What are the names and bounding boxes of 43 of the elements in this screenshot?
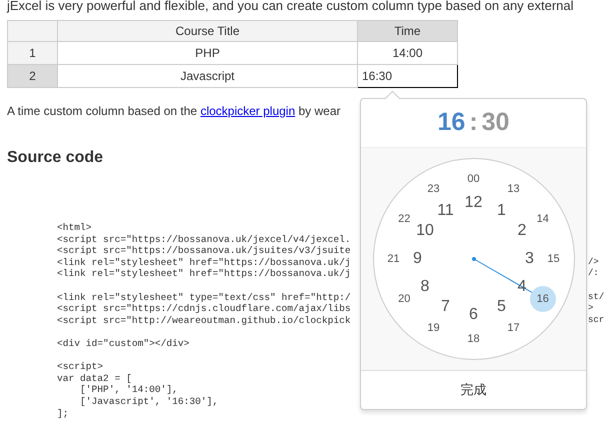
code-line: <script src="https://bossanova.uk/jexcel/v4/jexcel.	[57, 234, 352, 246]
code-line: ['Javascript', '16:30'],	[79, 396, 220, 408]
column-header[interactable]: Time	[358, 20, 458, 42]
time-separator: :	[469, 107, 478, 138]
code-line: <link rel="stylesheet" href="https://bossanova.uk/j	[57, 256, 352, 268]
clock-tick[interactable]: 21	[380, 246, 406, 272]
code-fragment: scr	[588, 314, 604, 326]
code-fragment: />	[588, 256, 599, 268]
clock-tick[interactable]: 00	[460, 166, 486, 192]
done-button[interactable]: 完成	[361, 371, 586, 409]
code-line: var data2 = [	[57, 372, 133, 384]
code-line: ];	[57, 408, 70, 420]
code-fragment: /:	[588, 268, 599, 280]
clock-tick[interactable]: 9	[406, 247, 430, 271]
corner-cell	[8, 20, 58, 42]
table-cell[interactable]: PHP	[58, 42, 358, 64]
code-line: <link rel="stylesheet" type="text/css" href="http:/	[57, 292, 352, 304]
description-text: A time custom column based on the clockpicker plugin by wear	[7, 103, 342, 120]
code-line: <script src="https://cdnjs.cloudflare.com/ajax/libs	[57, 303, 352, 315]
code-line: <link rel="stylesheet" href="https://bossanova.uk/j	[57, 268, 352, 280]
column-header[interactable]: Course Title	[58, 20, 358, 42]
hours-display[interactable]: 16	[438, 104, 466, 142]
table-cell[interactable]: Javascript	[58, 64, 358, 88]
code-fragment: >	[588, 303, 594, 315]
clock-tick[interactable]: 3	[518, 247, 542, 271]
clock-tick[interactable]: 18	[460, 326, 486, 352]
clock-tick[interactable]: 15	[540, 246, 566, 272]
table-cell[interactable]: 14:00	[358, 42, 458, 64]
clock-tick[interactable]: 6	[462, 303, 486, 327]
code-line: <script src="http://weareoutman.github.io/clockpick	[57, 314, 352, 326]
table-cell[interactable]: 16:30	[358, 64, 458, 88]
code-line: <html>	[57, 222, 93, 234]
clock-tick[interactable]: 12	[462, 191, 486, 215]
section-heading: Source code	[7, 148, 104, 168]
code-fragment: st/	[588, 292, 604, 304]
intro-text: jExcel is very powerful and flexible, and you can create custom column type based on any external	[7, 0, 575, 14]
code-line: <script src="https://bossanova.uk/jsuites/v3/jsuite	[57, 245, 352, 257]
code-line: ['PHP', '14:00'],	[79, 384, 179, 396]
clockpicker-link[interactable]: clockpicker plugin	[200, 104, 296, 118]
code-line: <script>	[57, 361, 104, 373]
row-number[interactable]: 2	[8, 64, 58, 88]
row-number[interactable]: 1	[8, 42, 58, 64]
code-line: <div id="custom"></div>	[57, 338, 190, 350]
